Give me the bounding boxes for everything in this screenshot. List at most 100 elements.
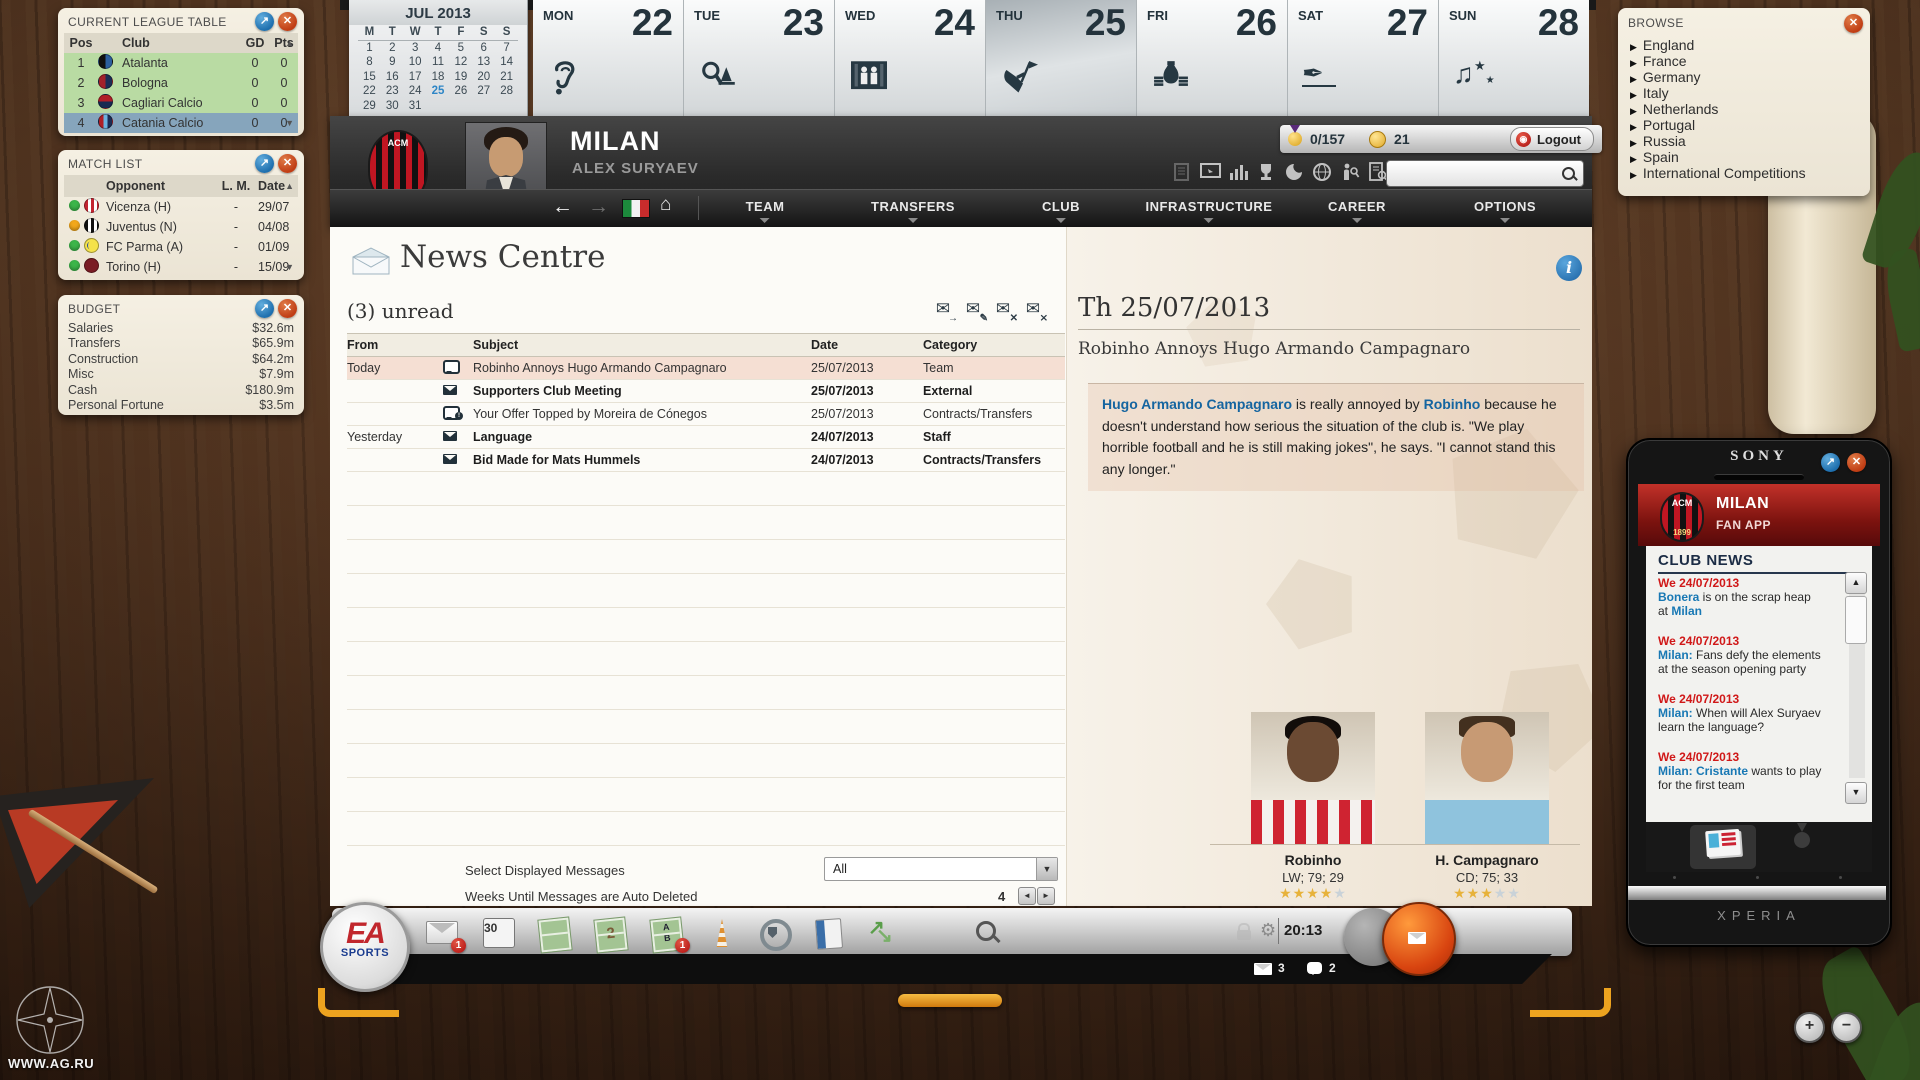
player-link[interactable]: Hugo Armando Campagnaro (1102, 396, 1292, 412)
day-cell-sat[interactable]: SAT 27 ✒ (1288, 0, 1439, 116)
calendar-week[interactable]: 15161718192021 (349, 70, 527, 85)
squad-icon[interactable] (536, 915, 572, 951)
match-row[interactable]: Torino (H)-15/09 ▼ (64, 257, 298, 277)
player-card-campagnaro[interactable]: H. Campagnaro CD; 75; 33 ★★★★★ (1422, 712, 1552, 903)
mail-delete-all-icon[interactable]: ✉⨯ (1020, 299, 1046, 321)
season-icon[interactable] (1284, 162, 1306, 182)
mail-compose-icon[interactable]: ✉✎ (960, 299, 986, 321)
message-row[interactable]: Supporters Club Meeting 25/07/2013 Exter… (347, 380, 1065, 403)
expand-button[interactable]: ↗ (255, 299, 274, 318)
scout-icon[interactable] (1340, 162, 1362, 182)
logout-button[interactable]: ◉ Logout (1510, 127, 1594, 151)
search-tool-icon[interactable] (968, 915, 1004, 951)
search-input[interactable] (1387, 167, 1562, 181)
day-cell-thu-selected[interactable]: THU 25 (986, 0, 1137, 116)
day-cell-mon[interactable]: MON 22 (533, 0, 684, 116)
scroll-up-button[interactable]: ▲ (1845, 572, 1867, 594)
decrease-weeks-button[interactable]: ◄ (1018, 887, 1036, 905)
browse-item-england[interactable]: ▶England (1618, 37, 1870, 53)
message-row[interactable]: Bid Made for Mats Hummels 24/07/2013 Con… (347, 449, 1065, 472)
scroll-down-icon[interactable]: ▼ (285, 262, 294, 272)
close-button[interactable]: ✕ (1847, 453, 1866, 472)
calendar-week[interactable]: 22232425262728 (349, 84, 527, 99)
browse-item-italy[interactable]: ▶Italy (1618, 85, 1870, 101)
nav-career[interactable]: CAREER (1328, 190, 1386, 227)
info-button[interactable]: i (1556, 255, 1582, 281)
transfers-icon[interactable]: ↗↘ (864, 915, 900, 951)
trophy-icon[interactable] (1256, 162, 1278, 182)
player-link[interactable]: Robinho (1424, 396, 1481, 412)
tactics-icon[interactable]: AB1 (648, 915, 684, 951)
browse-item-russia[interactable]: ▶Russia (1618, 133, 1870, 149)
browse-item-germany[interactable]: ▶Germany (1618, 69, 1870, 85)
club-news-item[interactable]: We 24/07/2013 Milan: When will Alex Sury… (1658, 692, 1823, 734)
close-button[interactable]: ✕ (278, 299, 297, 318)
close-button[interactable]: ✕ (278, 154, 297, 173)
messages-filter-dropdown[interactable]: All ▼ (824, 857, 1058, 881)
table-row-selected[interactable]: 4 Catania Calcio00 ▼ (64, 113, 298, 133)
month-calendar[interactable]: JUL 2013 MTWTFSS 1234567 891011121314 15… (349, 0, 528, 116)
expand-button[interactable]: ↗ (255, 12, 274, 31)
browse-item-portugal[interactable]: ▶Portugal (1618, 117, 1870, 133)
player-card-robinho[interactable]: Robinho LW; 79; 29 ★★★★★ (1248, 712, 1378, 903)
calendar-icon[interactable]: 30 (480, 915, 516, 951)
forward-icon[interactable]: → (588, 195, 609, 219)
match-row[interactable]: Vicenza (H)-29/07 (64, 197, 298, 217)
message-row[interactable]: Yesterday Language 24/07/2013 Staff (347, 426, 1065, 449)
club-news-item[interactable]: We 24/07/2013 Bonera is on the scrap hea… (1658, 576, 1823, 618)
browse-item-france[interactable]: ▶France (1618, 53, 1870, 69)
office-icon[interactable] (810, 915, 846, 951)
training-icon[interactable] (704, 915, 740, 951)
statistics-icon[interactable] (1228, 162, 1250, 182)
scroll-up-icon[interactable]: ▲ (285, 181, 294, 191)
browse-item-spain[interactable]: ▶Spain (1618, 149, 1870, 165)
search-icon[interactable] (1562, 167, 1575, 180)
zoom-out-button[interactable]: − (1831, 1012, 1862, 1043)
unlock-icon[interactable] (1237, 930, 1251, 940)
nav-team[interactable]: TEAM (746, 190, 785, 227)
calendar-week[interactable]: 293031 (349, 99, 527, 114)
match-row[interactable]: FC Parma (A)-01/09 (64, 237, 298, 257)
scroll-up-icon[interactable]: ▲ (285, 38, 294, 48)
browse-item-netherlands[interactable]: ▶Netherlands (1618, 101, 1870, 117)
club-news-item[interactable]: We 24/07/2013 Milan: Cristante wants to … (1658, 750, 1823, 792)
scrollbar-thumb[interactable] (1845, 596, 1867, 644)
mail-delete-icon[interactable]: ✉✕ (990, 299, 1016, 321)
italy-flag-icon[interactable] (622, 199, 650, 218)
expand-button[interactable]: ↗ (1821, 453, 1840, 472)
scroll-down-icon[interactable]: ▼ (285, 118, 294, 128)
center-handle[interactable] (898, 994, 1002, 1007)
chevron-down-icon[interactable]: ▼ (1036, 858, 1057, 880)
day-cell-tue[interactable]: TUE 23 (684, 0, 835, 116)
expand-button[interactable]: ↗ (255, 154, 274, 173)
open-mail-button[interactable] (1382, 902, 1456, 976)
achievements-tab-icon[interactable] (1794, 832, 1810, 848)
mail-forward-icon[interactable]: ✉→ (930, 299, 956, 321)
home-icon[interactable]: ⌂ (660, 194, 671, 216)
increase-weeks-button[interactable]: ► (1037, 887, 1055, 905)
nav-options[interactable]: OPTIONS (1474, 190, 1536, 227)
close-button[interactable]: ✕ (278, 12, 297, 31)
table-row[interactable]: 3 Cagliari Calcio00 (64, 93, 298, 113)
nav-transfers[interactable]: TRANSFERS (871, 190, 955, 227)
gear-icon[interactable]: ⚙ (1260, 920, 1276, 941)
messages-icon[interactable]: 1 (424, 915, 460, 951)
zoom-in-button[interactable]: + (1794, 1012, 1825, 1043)
monitor-icon[interactable] (1200, 162, 1222, 182)
close-button[interactable]: ✕ (1844, 14, 1863, 33)
day-cell-sun[interactable]: SUN 28 ♫★★ (1439, 0, 1589, 116)
day-cell-fri[interactable]: FRI 26 (1137, 0, 1288, 116)
scroll-down-button[interactable]: ▼ (1845, 782, 1867, 804)
calendar-week[interactable]: 1234567 (349, 41, 527, 56)
day-cell-wed[interactable]: WED 24 (835, 0, 986, 116)
match-row[interactable]: Juventus (N)-04/08 (64, 217, 298, 237)
nav-infrastructure[interactable]: INFRASTRUCTURE (1146, 190, 1273, 227)
message-row-selected[interactable]: Today Robinho Annoys Hugo Armando Campag… (347, 357, 1065, 380)
club-crest-icon[interactable] (756, 915, 792, 951)
world-icon[interactable] (1312, 162, 1334, 182)
news-tab-icon[interactable] (1705, 829, 1741, 857)
back-icon[interactable]: ← (552, 195, 573, 219)
club-news-item[interactable]: We 24/07/2013 Milan: Fans defy the eleme… (1658, 634, 1823, 676)
notes-icon[interactable] (1172, 162, 1194, 182)
second-team-icon[interactable]: 2 (592, 915, 628, 951)
